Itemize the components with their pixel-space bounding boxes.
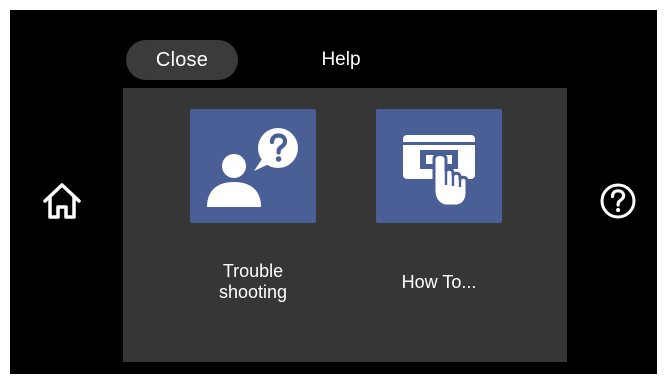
person-question-icon (207, 128, 298, 207)
printer-screen: Close Help Trouble shooting How To... (10, 10, 657, 374)
help-button[interactable] (593, 176, 643, 226)
question-circle-icon (600, 183, 636, 219)
troubleshooting-label-line2: shooting (218, 282, 288, 302)
help-tab[interactable]: Help (296, 40, 386, 80)
troubleshooting-tile[interactable] (190, 109, 316, 223)
how-to-label: How To... (401, 272, 477, 292)
hand-touch-screen-icon (403, 135, 475, 208)
menu-panel: Trouble shooting How To... (123, 88, 567, 362)
close-button[interactable]: Close (126, 40, 238, 80)
home-icon (43, 183, 81, 219)
troubleshooting-label: Trouble shooting (173, 261, 333, 303)
how-to-tile[interactable] (376, 109, 502, 223)
home-button[interactable] (36, 175, 88, 227)
troubleshooting-label-line1: Trouble (222, 261, 284, 281)
